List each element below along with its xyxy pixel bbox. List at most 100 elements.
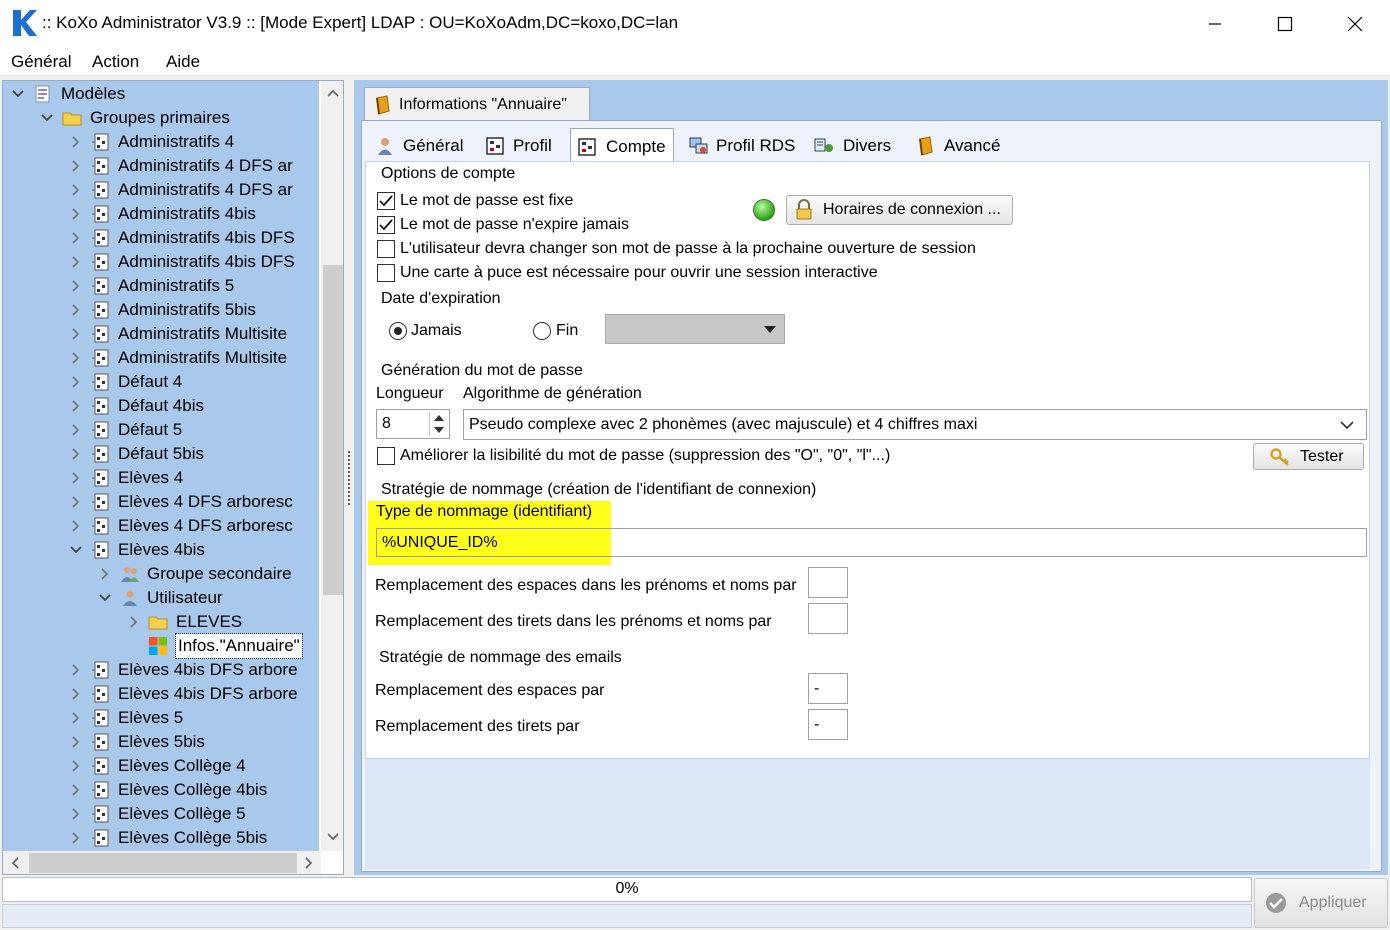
- tree-item[interactable]: Elèves 4bis DFS arbore: [3, 682, 319, 706]
- tree-expand-toggle[interactable]: [98, 562, 112, 586]
- tree-item[interactable]: Modèles: [3, 82, 319, 106]
- tree-expand-toggle[interactable]: [69, 418, 83, 442]
- email-replace-dashes-input[interactable]: -: [808, 709, 848, 740]
- tree-expand-toggle[interactable]: [69, 730, 83, 754]
- minimize-button[interactable]: [1180, 0, 1250, 48]
- tree-item[interactable]: Elèves Collège 5bis: [3, 826, 319, 850]
- tree-item[interactable]: Elèves 4bis DFS arbore: [3, 658, 319, 682]
- tab-profil-rds[interactable]: Profil RDS: [683, 128, 803, 162]
- tree-collapse-toggle[interactable]: [11, 82, 25, 106]
- menu-aide[interactable]: Aide: [166, 52, 200, 72]
- tree-item[interactable]: Défaut 4bis: [3, 394, 319, 418]
- tree-item[interactable]: Elèves 5: [3, 706, 319, 730]
- tree-item[interactable]: Elèves Collège 4: [3, 754, 319, 778]
- tree-expand-toggle[interactable]: [69, 706, 83, 730]
- expiration-never-radio[interactable]: [389, 322, 407, 340]
- tree-item[interactable]: Elèves 4 DFS arboresc: [3, 514, 319, 538]
- expiration-end-radio[interactable]: [533, 322, 551, 340]
- logon-hours-button[interactable]: Horaires de connexion ...: [786, 195, 1013, 225]
- tree-expand-toggle[interactable]: [69, 322, 83, 346]
- expiration-date-picker[interactable]: [605, 314, 785, 344]
- tree-item[interactable]: Elèves Collège 4bis: [3, 778, 319, 802]
- tree-item[interactable]: Groupes primaires: [3, 106, 319, 130]
- tree-expand-toggle[interactable]: [69, 826, 83, 850]
- menu-general[interactable]: Général: [11, 52, 71, 72]
- tree-item[interactable]: Infos."Annuaire": [3, 633, 319, 659]
- tree-expand-toggle[interactable]: [127, 610, 141, 634]
- option-password-never-expires-checkbox[interactable]: [377, 216, 395, 234]
- length-spinbox[interactable]: 8: [376, 409, 450, 439]
- tab-compte[interactable]: Compte: [570, 128, 674, 162]
- tree-expand-toggle[interactable]: [69, 202, 83, 226]
- tree-expand-toggle[interactable]: [69, 658, 83, 682]
- tab-profil[interactable]: Profil: [479, 128, 567, 162]
- tree-expand-toggle[interactable]: [69, 226, 83, 250]
- tree-expand-toggle[interactable]: [69, 754, 83, 778]
- tree-item[interactable]: Administratifs 4 DFS ar: [3, 154, 319, 178]
- stepper-down-icon[interactable]: [434, 427, 444, 433]
- option-must-change-password-checkbox[interactable]: [377, 240, 395, 258]
- menu-action[interactable]: Action: [92, 52, 139, 72]
- scroll-right-icon[interactable]: [299, 853, 319, 873]
- tree-expand-toggle[interactable]: [69, 298, 83, 322]
- scroll-left-icon[interactable]: [5, 853, 25, 873]
- scroll-down-icon[interactable]: [323, 827, 343, 847]
- scroll-up-icon[interactable]: [323, 83, 343, 103]
- algorithm-select[interactable]: Pseudo complexe avec 2 phonèmes (avec ma…: [463, 409, 1367, 440]
- tree-item[interactable]: Administratifs 4: [3, 130, 319, 154]
- tree-item[interactable]: Administratifs 4 DFS ar: [3, 178, 319, 202]
- tree-item[interactable]: Administratifs Multisite: [3, 322, 319, 346]
- tree-expand-toggle[interactable]: [69, 178, 83, 202]
- replace-dashes-names-input[interactable]: [808, 603, 848, 634]
- tree-item[interactable]: Elèves 4 DFS arboresc: [3, 490, 319, 514]
- tree-item[interactable]: Défaut 4: [3, 370, 319, 394]
- tree-expand-toggle[interactable]: [69, 154, 83, 178]
- tree-item[interactable]: Défaut 5: [3, 418, 319, 442]
- tree-expand-toggle[interactable]: [69, 682, 83, 706]
- maximize-button[interactable]: [1250, 0, 1320, 48]
- tree-collapse-toggle[interactable]: [40, 106, 54, 130]
- tree-view[interactable]: Modèles Groupes primaires Administratifs 4…: [3, 81, 319, 851]
- tree-item[interactable]: Administratifs 4bis DFS: [3, 250, 319, 274]
- tree-item[interactable]: Elèves Collège 5: [3, 802, 319, 826]
- length-stepper[interactable]: [429, 412, 447, 436]
- tree-item[interactable]: Elèves 5bis: [3, 730, 319, 754]
- tree-item[interactable]: Elèves 4: [3, 466, 319, 490]
- tree-vertical-scrollbar[interactable]: [321, 81, 343, 851]
- tree-item[interactable]: Groupe secondaire: [3, 562, 319, 586]
- tree-item[interactable]: Défaut 5bis: [3, 442, 319, 466]
- close-button[interactable]: [1320, 0, 1390, 48]
- option-password-fixed-checkbox[interactable]: [377, 192, 395, 210]
- tree-item[interactable]: Administratifs 5bis: [3, 298, 319, 322]
- tree-expand-toggle[interactable]: [69, 274, 83, 298]
- tree-item[interactable]: ELEVES: [3, 610, 319, 634]
- tab-divers[interactable]: Divers: [808, 128, 903, 162]
- tree-expand-toggle[interactable]: [69, 130, 83, 154]
- panel-splitter[interactable]: [347, 450, 351, 506]
- tree-vertical-scroll-thumb[interactable]: [323, 265, 343, 595]
- tree-item[interactable]: Administratifs 4bis: [3, 202, 319, 226]
- tree-expand-toggle[interactable]: [69, 778, 83, 802]
- tree-item[interactable]: Administratifs 5: [3, 274, 319, 298]
- improve-readability-checkbox[interactable]: [377, 447, 395, 465]
- tree-expand-toggle[interactable]: [69, 250, 83, 274]
- tab-avance[interactable]: Avancé: [910, 128, 1010, 162]
- tree-horizontal-scroll-thumb[interactable]: [29, 853, 297, 873]
- tree-expand-toggle[interactable]: [69, 514, 83, 538]
- tree-collapse-toggle[interactable]: [98, 586, 112, 610]
- apply-button[interactable]: Appliquer: [1254, 878, 1388, 928]
- stepper-up-icon[interactable]: [434, 415, 444, 421]
- tree-expand-toggle[interactable]: [69, 346, 83, 370]
- tree-item[interactable]: Utilisateur: [3, 586, 319, 610]
- tab-informations-annuaire[interactable]: Informations "Annuaire": [364, 87, 590, 121]
- tree-item[interactable]: Administratifs Multisite: [3, 346, 319, 370]
- option-smartcard-required-checkbox[interactable]: [377, 264, 395, 282]
- tree-expand-toggle[interactable]: [69, 490, 83, 514]
- email-replace-spaces-input[interactable]: -: [808, 673, 848, 704]
- tree-expand-toggle[interactable]: [69, 394, 83, 418]
- tree-item[interactable]: Administratifs 4bis DFS: [3, 226, 319, 250]
- tree-expand-toggle[interactable]: [69, 466, 83, 490]
- tree-expand-toggle[interactable]: [69, 370, 83, 394]
- tree-collapse-toggle[interactable]: [69, 538, 83, 562]
- tree-expand-toggle[interactable]: [69, 442, 83, 466]
